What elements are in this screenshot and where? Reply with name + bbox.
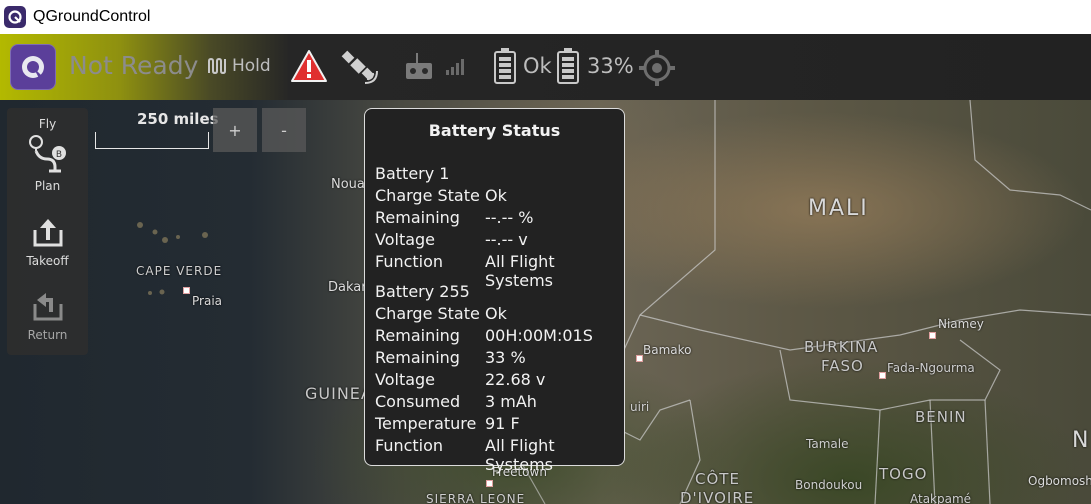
map-label-mali: MALI [808,196,869,221]
plan-label: Plan [34,179,61,193]
vehicle-status-label[interactable]: Not Ready [69,51,198,80]
map-label-guiri: uiri [630,400,650,414]
qgc-logo-icon[interactable] [10,44,56,90]
toolstrip-header: Fly [7,113,88,132]
map-label-atakpame: Atakpamé [910,492,972,504]
battery1-row: Remaining --.-- % [375,208,620,230]
row-value: Ok [485,186,507,205]
map-label-togo: TOGO [879,465,928,483]
battery2-percent-label[interactable]: 33% [587,54,634,78]
signal-icon [445,56,467,80]
battery1-status-label[interactable]: Ok [523,54,552,78]
window-titlebar: QGroundControl [0,0,1091,34]
takeoff-icon [7,216,88,250]
zoom-in-button[interactable]: + [213,108,257,152]
battery-icon[interactable] [494,48,516,88]
map-city-dot [636,355,643,362]
return-icon [7,290,88,324]
map-label-niamey: Niamey [938,317,984,331]
popup-title: Battery Status [428,121,561,140]
svg-text:B: B [55,150,61,160]
row-label: Charge State [375,304,480,323]
row-value: 3 mAh [485,392,537,411]
takeoff-label: Takeoff [26,254,69,268]
row-label: Function [375,252,444,271]
battery255-row: Voltage 22.68 v [375,370,620,392]
map-label-n-edge: N [1072,428,1091,453]
map-label-sierra-leone: SIERRA LEONE [426,492,526,504]
window-title: QGroundControl [33,8,151,25]
battery255-row: Temperature 91 F [375,414,620,436]
row-label: Remaining [375,326,460,345]
app-logo-icon [4,6,26,28]
flight-mode-icon[interactable] [207,57,229,79]
row-value: 33 % [485,348,526,367]
fly-toolstrip: Fly B Plan Takeoff Return [7,108,88,355]
map-label-noua: Noua [331,177,365,192]
row-label: Charge State [375,186,480,205]
row-value: Ok [485,304,507,323]
row-value: --.-- v [485,230,528,249]
battery1-heading: Battery 1 [375,164,620,186]
row-label: Voltage [375,370,436,389]
map-label-praia: Praia [192,294,222,308]
map-label-fada: Fada-Ngourma [887,361,975,375]
battery1-row: Charge State Ok [375,186,620,208]
map-city-dot [183,287,190,294]
plan-icon: B [7,133,88,175]
row-value: 00H:00M:01S [485,326,593,345]
battery255-row: Function All Flight Systems [375,436,620,474]
battery255-row: Consumed 3 mAh [375,392,620,414]
map-label-dakar: Dakar [328,280,367,295]
row-value: 22.68 v [485,370,546,389]
map-label-burkina: BURKINA [804,338,879,356]
row-label: Remaining [375,348,460,367]
battery255-row: Charge State Ok [375,304,620,326]
map-scale-bar [95,132,209,149]
map-label-bamako: Bamako [643,343,692,357]
map-label-tamale: Tamale [806,437,849,451]
return-button[interactable]: Return [7,290,88,343]
row-value: 91 F [485,414,520,433]
map-city-dot [486,480,493,487]
map-label-bondoukou: Bondoukou [795,478,863,492]
battery255-heading: Battery 255 [375,282,620,304]
flight-mode-label[interactable]: Hold [232,56,271,76]
map-label-faso: FASO [821,357,864,375]
battery-status-popup: Battery Status Battery 1 Charge State Ok… [364,108,625,474]
battery255-row: Remaining 33 % [375,348,620,370]
map-label-ogbomosho: Ogbomosho [1028,474,1091,488]
row-label: Function [375,436,444,455]
map-label-cote: CÔTE [695,470,740,488]
rc-icon[interactable] [404,52,434,86]
map-scale-label: 250 miles [137,110,219,128]
toolstrip-fly-label: Fly [38,117,57,131]
row-value: --.-- % [485,208,534,227]
takeoff-button[interactable]: Takeoff [7,216,88,269]
return-label: Return [27,328,68,342]
main-toolbar: Not Ready Hold Ok 33% [0,34,1091,100]
row-label: Voltage [375,230,436,249]
battery255-row: Remaining 00H:00M:01S [375,326,620,348]
row-label: Remaining [375,208,460,227]
battery-icon[interactable] [557,48,579,88]
battery1-row: Function All Flight Systems [375,252,620,290]
gps-icon[interactable] [340,49,378,89]
zoom-out-button[interactable]: - [262,108,306,152]
target-icon[interactable] [638,49,676,91]
plan-button[interactable]: B Plan [7,133,88,194]
battery1-heading-text: Battery 1 [375,164,450,183]
row-value: All Flight Systems [485,436,555,474]
row-label: Temperature [375,414,477,433]
warning-icon[interactable] [290,49,328,87]
map-label-divoire: D'IVOIRE [680,489,755,504]
row-label: Consumed [375,392,461,411]
battery1-row: Voltage --.-- v [375,230,620,252]
battery255-heading-text: Battery 255 [375,282,470,301]
map-label-benin: BENIN [915,408,967,426]
map-label-cape-verde: CAPE VERDE [136,264,223,278]
map-city-dot [929,332,936,339]
map-city-dot [879,372,886,379]
map-label-guinea: GUINEA [305,384,373,403]
